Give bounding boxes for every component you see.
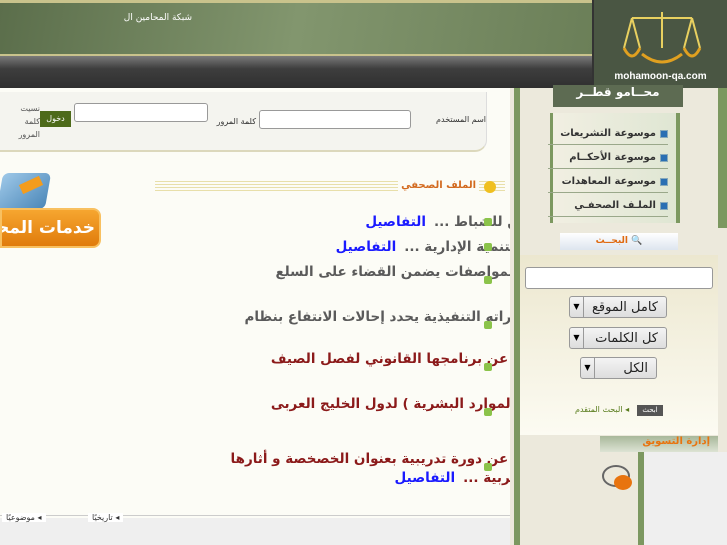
search-scope-select[interactable]: كامل الموقع ▼ [569, 296, 667, 318]
bullet-icon [484, 363, 492, 371]
search-header: 🔍 البحــث [560, 233, 678, 250]
bullet-icon [484, 276, 492, 284]
menu-title: محــامو قطــر [553, 85, 683, 107]
services-banner[interactable]: خدمات المحامين [0, 208, 101, 248]
details-link[interactable]: التفاصيل [395, 470, 456, 486]
menu-item-press[interactable]: الملـف الصحفـي [548, 195, 668, 217]
tab-topical[interactable]: ◂ موضوعيًا [2, 513, 46, 522]
logo-text: mohamoon-qa.com [614, 71, 707, 82]
sidebar-blank [644, 452, 727, 545]
forgot-password-link[interactable]: نسيت كلمة المرور [14, 102, 40, 141]
menu-item-rulings[interactable]: موسوعة الأحكــام [548, 147, 668, 169]
username-input[interactable] [259, 110, 411, 129]
sidebar-menu: موسوعة التشريعات موسوعة الأحكــام موسوعة… [548, 113, 680, 223]
username-label: اسم المستخدم [436, 115, 486, 124]
menu-item-treaties[interactable]: موسوعة المعاهدات [548, 171, 668, 193]
details-link[interactable]: التفاصيل [365, 214, 426, 230]
menu-item-legislation[interactable]: موسوعة التشريعات [548, 123, 668, 145]
bullet-icon [484, 408, 492, 416]
sidebar-stripe [718, 88, 727, 228]
bullet-icon [484, 321, 492, 329]
bullet-icon [484, 243, 492, 251]
chat-bubble-icon [614, 475, 632, 490]
search-button[interactable]: ابحث [637, 405, 663, 416]
marketing-header: إدارة التسويق [600, 436, 718, 452]
advanced-search-link[interactable]: ◂ البحث المتقدم [575, 405, 629, 414]
header-nav-bar [0, 56, 592, 88]
bottom-tabs-rule [0, 515, 510, 525]
news-section-title: الملف الصحفي [398, 180, 479, 191]
search-match-select[interactable]: كل الكلمات ▼ [569, 327, 667, 349]
chevron-down-icon: ▼ [581, 358, 595, 378]
bullet-icon [484, 218, 492, 226]
login-button[interactable]: دخول [40, 111, 71, 127]
header-banner [0, 0, 592, 56]
site-title: شبكة المحامين ال [123, 13, 192, 23]
arrow-icon [660, 153, 668, 162]
search-type-select[interactable]: الكل ▼ [580, 357, 657, 379]
details-link[interactable]: التفاصيل [336, 239, 397, 255]
password-input[interactable] [74, 103, 208, 122]
chevron-down-icon: ▼ [570, 328, 584, 348]
chevron-down-icon: ▼ [570, 297, 584, 317]
tab-historical[interactable]: ◂ تاريخيًا [88, 513, 124, 522]
arrow-icon [660, 177, 668, 186]
bullet-icon [484, 463, 492, 471]
logo[interactable]: mohamoon-qa.com [592, 0, 727, 88]
password-label: كلمة المرور [216, 117, 256, 126]
scales-icon [622, 12, 702, 64]
search-input[interactable] [525, 267, 713, 289]
arrow-icon [660, 129, 668, 138]
arrow-circle-icon [484, 181, 496, 193]
arrow-icon [660, 201, 668, 210]
